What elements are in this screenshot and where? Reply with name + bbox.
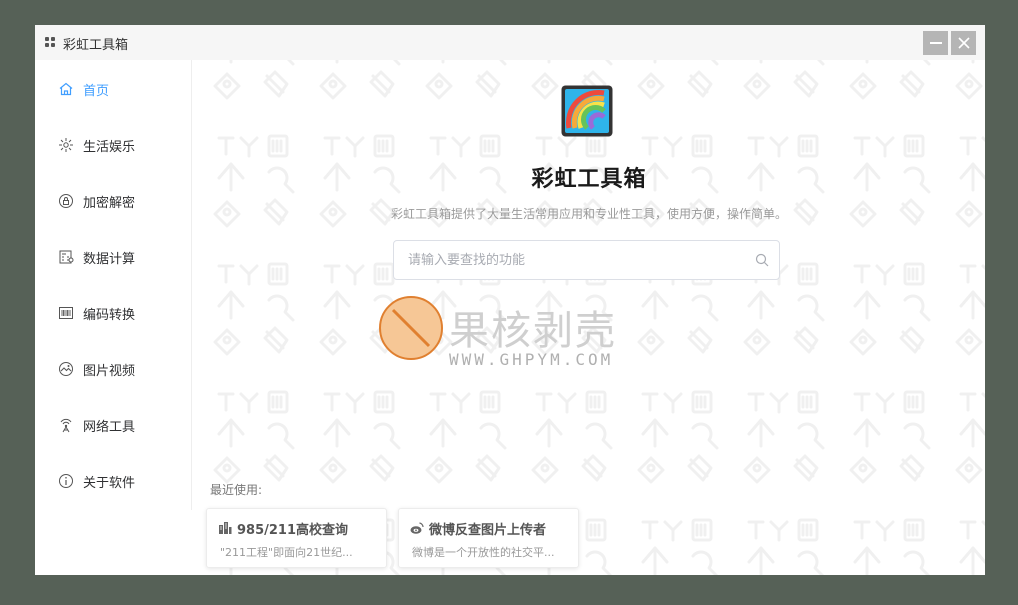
page-subtitle: 彩虹工具箱提供了大量生活常用应用和专业性工具，使用方便，操作简单。	[390, 207, 787, 221]
app-window: 彩虹工具箱 首页 生活娱乐 加密解密 数据计算 编码转换 图片视频 网络工具 关…	[35, 25, 985, 575]
sidebar-item-network[interactable]: 网络工具	[35, 405, 191, 445]
sidebar-item-home[interactable]: 首页	[35, 69, 191, 109]
sidebar-item-crypto[interactable]: 加密解密	[35, 181, 191, 221]
sidebar-item-label: 加密解密	[83, 195, 136, 211]
recent-card-weibo[interactable]: 微博反查图片上传者 微博是一个开放性的社交平...	[398, 508, 579, 568]
image-icon	[59, 362, 73, 376]
sidebar-item-encoding[interactable]: 编码转换	[35, 293, 191, 333]
weibo-icon	[410, 522, 424, 534]
watermark-url: WWW.GHPYM.COM	[449, 350, 614, 369]
page-title: 彩虹工具箱	[531, 167, 647, 192]
card-description: "211工程"即面向21世纪...	[220, 546, 353, 559]
search-input[interactable]	[408, 241, 748, 279]
sidebar-item-calculation[interactable]: 数据计算	[35, 237, 191, 277]
sidebar-item-label: 数据计算	[83, 251, 136, 267]
search-icon[interactable]	[755, 253, 769, 267]
sidebar-item-label: 图片视频	[83, 363, 136, 379]
sidebar-item-life-entertainment[interactable]: 生活娱乐	[35, 125, 191, 165]
rainbow-logo-icon	[561, 85, 613, 137]
watermark: 果核剥壳 WWW.GHPYM.COM	[379, 296, 649, 376]
close-button[interactable]	[951, 31, 976, 55]
sidebar-item-label: 关于软件	[83, 475, 136, 491]
minimize-button[interactable]	[923, 31, 948, 55]
lock-icon	[59, 194, 73, 208]
sparkle-icon	[59, 138, 73, 152]
sidebar-item-about[interactable]: 关于软件	[35, 461, 191, 501]
sidebar-item-image-video[interactable]: 图片视频	[35, 349, 191, 389]
home-icon	[59, 82, 73, 96]
card-title: 微博反查图片上传者	[429, 523, 547, 538]
main-content: 彩虹工具箱 彩虹工具箱提供了大量生活常用应用和专业性工具，使用方便，操作简单。 …	[193, 60, 985, 575]
sidebar-item-label: 首页	[83, 83, 110, 99]
building-icon	[219, 522, 232, 534]
sidebar-item-label: 生活娱乐	[83, 139, 136, 155]
card-title: 985/211高校查询	[237, 523, 349, 538]
calculator-icon	[59, 250, 74, 264]
card-description: 微博是一个开放性的社交平...	[412, 546, 555, 559]
sidebar-item-label: 编码转换	[83, 307, 136, 323]
sidebar-item-label: 网络工具	[83, 419, 136, 435]
grid-icon	[45, 37, 56, 48]
window-title: 彩虹工具箱	[63, 38, 129, 53]
minimize-icon	[929, 42, 942, 44]
search-box	[393, 240, 780, 280]
close-icon	[957, 37, 970, 49]
watermark-text: 果核剥壳	[449, 308, 617, 354]
sidebar: 首页 生活娱乐 加密解密 数据计算 编码转换 图片视频 网络工具 关于软件	[35, 60, 192, 510]
info-icon	[59, 474, 73, 488]
watermark-logo-icon	[379, 296, 443, 360]
barcode-icon	[59, 307, 73, 319]
recent-card-university[interactable]: 985/211高校查询 "211工程"即面向21世纪...	[206, 508, 387, 568]
titlebar: 彩虹工具箱	[35, 25, 985, 60]
network-icon	[60, 418, 72, 433]
recent-label: 最近使用:	[210, 483, 263, 497]
